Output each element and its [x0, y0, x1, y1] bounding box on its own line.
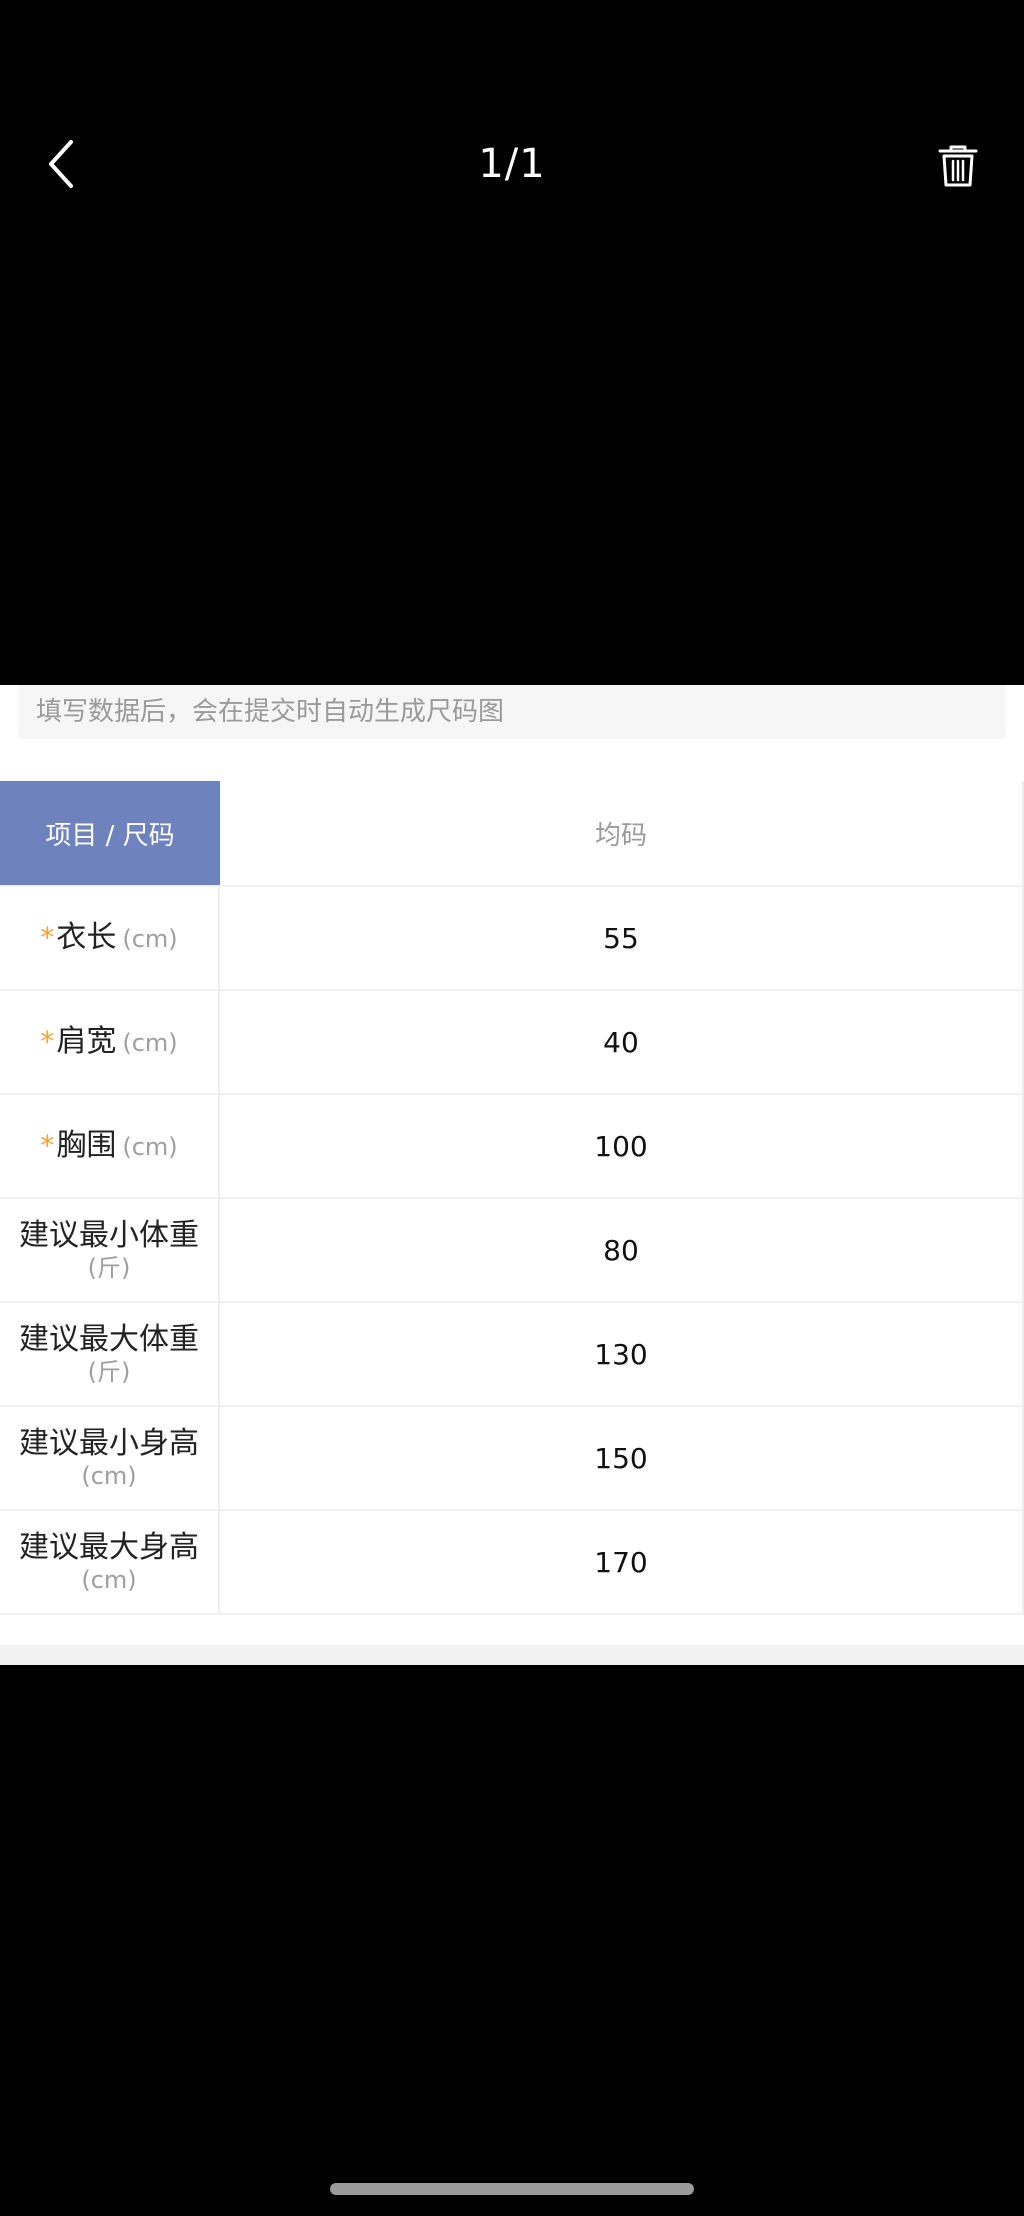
row-unit: (cm) — [81, 1566, 137, 1594]
row-label-cell: * 肩宽 (cm) — [0, 991, 220, 1093]
row-value[interactable]: 80 — [220, 1199, 1022, 1301]
row-value[interactable]: 100 — [220, 1095, 1022, 1197]
row-label: 建议最小身高 — [19, 1426, 199, 1461]
table-row: * 胸围 (cm) 100 — [0, 1095, 1022, 1199]
row-label-cell: * 胸围 (cm) — [0, 1095, 220, 1197]
hint-text: 填写数据后，会在提交时自动生成尺码图 — [18, 685, 1006, 739]
row-label: 衣长 — [56, 920, 117, 955]
row-value[interactable]: 130 — [220, 1303, 1022, 1405]
required-mark: * — [40, 1025, 55, 1058]
row-value[interactable]: 40 — [220, 991, 1022, 1093]
row-label-cell: 建议最小体重 (斤) — [0, 1199, 220, 1301]
row-unit: (cm) — [122, 1133, 178, 1161]
header-size-cell: 均码 — [594, 820, 647, 851]
table-row: 建议最大体重 (斤) 130 — [0, 1303, 1022, 1407]
size-chart-image: 填写数据后，会在提交时自动生成尺码图 项目 / 尺码 均码 * 衣长 (cm) … — [0, 685, 1024, 1665]
home-indicator[interactable] — [330, 2183, 694, 2195]
row-unit: (cm) — [122, 1029, 178, 1057]
page-counter: 1/1 — [478, 141, 546, 187]
table-header-row: 项目 / 尺码 均码 — [0, 781, 1022, 887]
row-unit: (cm) — [122, 925, 178, 953]
table-row: 建议最小体重 (斤) 80 — [0, 1199, 1022, 1303]
row-value[interactable]: 170 — [220, 1511, 1022, 1613]
row-label-cell: 建议最大体重 (斤) — [0, 1303, 220, 1405]
row-unit: (斤) — [87, 1358, 131, 1386]
table-row: 建议最小身高 (cm) 150 — [0, 1407, 1022, 1511]
viewer-header: 1/1 — [0, 0, 1024, 330]
delete-button[interactable] — [930, 136, 986, 196]
row-value[interactable]: 55 — [220, 887, 1022, 989]
table-row: * 衣长 (cm) 55 — [0, 887, 1022, 991]
row-label: 建议最大身高 — [19, 1530, 199, 1565]
row-label-cell: 建议最大身高 (cm) — [0, 1511, 220, 1613]
panel-footer — [0, 1645, 1024, 1665]
row-label: 肩宽 — [56, 1024, 117, 1059]
row-value[interactable]: 150 — [220, 1407, 1022, 1509]
size-table: 项目 / 尺码 均码 * 衣长 (cm) 55 * 肩宽 (cm) 40 * 胸… — [0, 781, 1024, 1615]
row-label-cell: 建议最小身高 (cm) — [0, 1407, 220, 1509]
row-label-cell: * 衣长 (cm) — [0, 887, 220, 989]
header-label-cell: 项目 / 尺码 — [0, 781, 220, 885]
row-unit: (斤) — [87, 1254, 131, 1282]
row-label: 胸围 — [56, 1128, 117, 1163]
trash-icon — [938, 145, 978, 187]
row-unit: (cm) — [81, 1462, 137, 1490]
row-label: 建议最小体重 — [19, 1218, 199, 1253]
table-row: 建议最大身高 (cm) 170 — [0, 1511, 1022, 1615]
table-row: * 肩宽 (cm) 40 — [0, 991, 1022, 1095]
required-mark: * — [40, 1129, 55, 1162]
row-label: 建议最大体重 — [19, 1322, 199, 1357]
required-mark: * — [40, 921, 55, 954]
